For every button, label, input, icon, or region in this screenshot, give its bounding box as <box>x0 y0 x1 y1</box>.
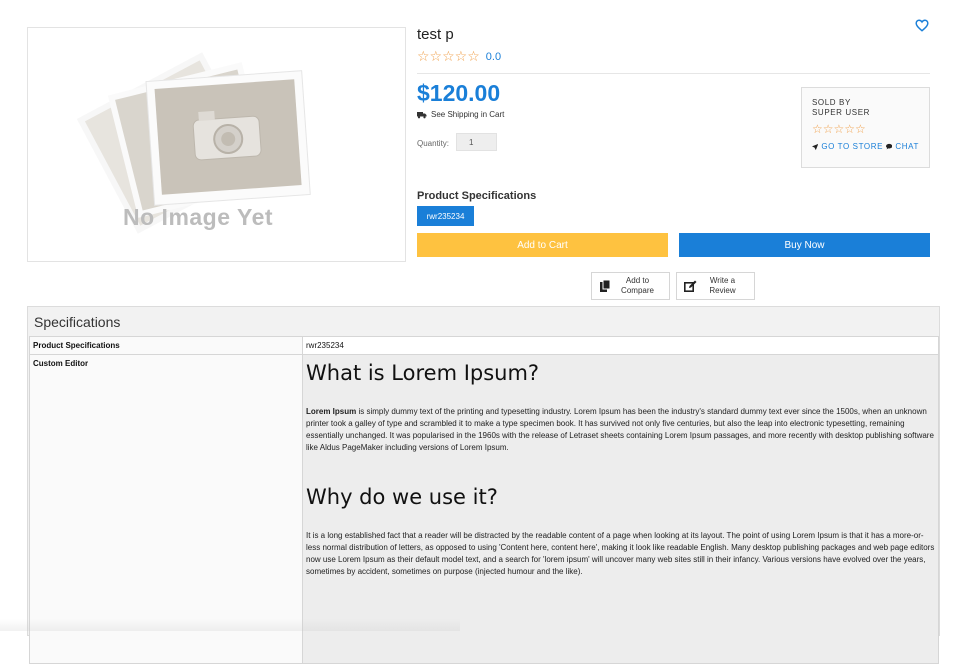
spec-key: Custom Editor <box>29 354 303 664</box>
sold-by-label: SOLD BY <box>812 98 851 107</box>
review-label-line1: Write a <box>709 276 736 285</box>
specifications-title: Specifications <box>34 314 121 330</box>
spec-key: Product Specifications <box>29 336 303 355</box>
quantity-label: Quantity: <box>417 139 450 148</box>
shipping-text: See Shipping in Cart <box>431 110 505 119</box>
copy-icon <box>599 280 610 292</box>
chat-bubble-icon <box>886 143 893 150</box>
go-to-store-link[interactable]: GO TO STORE <box>821 142 883 151</box>
location-arrow-icon <box>812 143 819 150</box>
table-row: Product Specifications rwr235234 <box>29 336 939 355</box>
editor-heading-1: What is Lorem Ipsum? <box>306 361 540 385</box>
product-specifications-heading: Product Specifications <box>417 190 537 202</box>
bottom-fade <box>0 619 460 631</box>
product-rating: ☆☆☆☆☆ 0.0 <box>417 49 501 65</box>
compare-label-line2: Compare <box>621 286 654 295</box>
edit-icon <box>683 280 696 292</box>
seller-box: SOLD BY SUPER USER ☆☆☆☆☆ GO TO STORE CHA… <box>801 87 930 168</box>
add-to-compare-button[interactable]: Add to Compare <box>591 272 670 300</box>
rating-stars-icon: ☆☆☆☆☆ <box>417 49 480 65</box>
product-price: $120.00 <box>417 80 501 106</box>
editor-paragraph-2: It is a long established fact that a rea… <box>306 531 935 576</box>
custom-editor-content: What is Lorem Ipsum? Lorem Ipsum is simp… <box>302 354 939 664</box>
specifications-table: Product Specifications rwr235234 Custom … <box>29 336 939 664</box>
review-label-line2: Review <box>709 286 736 295</box>
seller-name: SUPER USER <box>812 108 871 117</box>
spec-value: rwr235234 <box>302 336 939 355</box>
product-title: test p <box>417 26 454 43</box>
write-review-button[interactable]: Write a Review <box>676 272 755 300</box>
editor-paragraph-1: Lorem Ipsum is simply dummy text of the … <box>306 406 935 454</box>
chat-link[interactable]: CHAT <box>895 142 919 151</box>
truck-icon <box>417 111 427 118</box>
divider <box>417 73 930 74</box>
editor-bold-text: Lorem Ipsum <box>306 407 357 416</box>
add-to-cart-button[interactable]: Add to Cart <box>417 233 668 257</box>
specification-chip[interactable]: rwr235234 <box>417 206 474 226</box>
editor-heading-2: Why do we use it? <box>306 485 498 509</box>
compare-label-line1: Add to <box>625 276 650 285</box>
wishlist-heart-icon[interactable] <box>915 19 932 35</box>
buy-now-button[interactable]: Buy Now <box>679 233 930 257</box>
quantity-input[interactable] <box>456 133 497 151</box>
seller-rating-stars-icon: ☆☆☆☆☆ <box>812 122 866 136</box>
specifications-panel: Specifications Product Specifications rw… <box>27 306 940 664</box>
shipping-info: See Shipping in Cart <box>417 110 504 119</box>
rating-value[interactable]: 0.0 <box>486 51 501 63</box>
product-image: No Image Yet <box>27 27 406 262</box>
no-image-text: No Image Yet <box>123 204 274 230</box>
table-row: Custom Editor What is Lorem Ipsum? Lorem… <box>29 354 939 664</box>
editor-paragraph-1-text: is simply dummy text of the printing and… <box>306 407 934 452</box>
